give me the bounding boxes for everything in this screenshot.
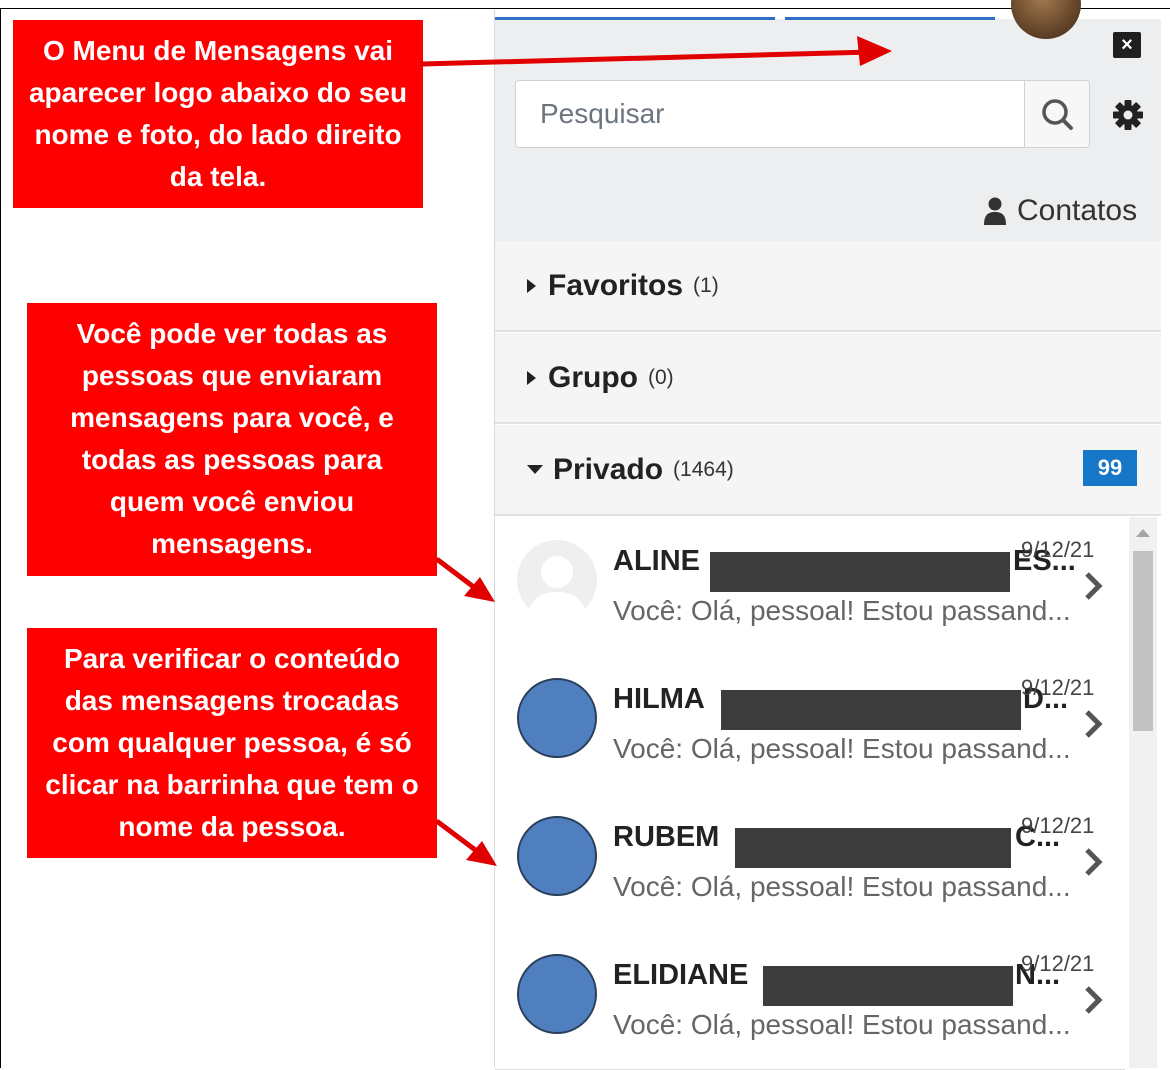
caret-right-icon xyxy=(527,278,536,293)
contact-name: ELIDIANE xyxy=(613,959,749,991)
close-button[interactable]: × xyxy=(1113,32,1141,58)
default-avatar-icon xyxy=(527,556,587,620)
redaction-bar xyxy=(735,828,1011,868)
section-count: (1464) xyxy=(673,457,734,481)
contacts-link[interactable]: Contatos xyxy=(983,191,1137,231)
contact-name: RUBEM xyxy=(613,821,720,853)
messages-panel: × C xyxy=(494,0,1161,1070)
scrollbar-thumb[interactable] xyxy=(1133,551,1153,731)
avatar xyxy=(517,954,597,1034)
avatar xyxy=(517,678,597,758)
conversation-item[interactable]: RUBEM C... 9/12/21 Você: Olá, pessoal! E… xyxy=(495,793,1125,932)
conversation-item[interactable]: HILMA D... 9/12/21 Você: Olá, pessoal! E… xyxy=(495,655,1125,794)
callout-menu-location: O Menu de Mensagens vai aparecer logo ab… xyxy=(13,20,423,208)
contact-name: HILMA xyxy=(613,683,705,715)
callout-click-instruction: Para verificar o conteúdo das mensagens … xyxy=(27,628,437,858)
chevron-right-icon xyxy=(1085,710,1103,738)
section-group[interactable]: Grupo (0) xyxy=(495,333,1161,424)
frame-border-left xyxy=(0,8,1,1068)
avatar xyxy=(517,816,597,896)
message-date: 9/12/21 xyxy=(1021,537,1095,562)
section-count: (1) xyxy=(693,273,719,297)
message-date: 9/12/21 xyxy=(1021,813,1095,838)
user-avatar[interactable] xyxy=(1011,0,1081,39)
message-date: 9/12/21 xyxy=(1021,951,1095,976)
caret-down-icon xyxy=(527,465,543,474)
message-date: 9/12/21 xyxy=(1021,675,1095,700)
chevron-right-icon xyxy=(1085,848,1103,876)
caret-right-icon xyxy=(527,370,536,385)
chevron-right-icon xyxy=(1085,572,1103,600)
message-preview: Você: Olá, pessoal! Estou passand... xyxy=(613,1009,1071,1040)
panel-header: × C xyxy=(495,0,1161,241)
conversation-list[interactable]: ALINE ES... 9/12/21 Você: Olá, pessoal! … xyxy=(495,517,1161,1070)
section-title: Favoritos xyxy=(548,268,684,302)
redaction-bar xyxy=(710,552,1010,592)
unread-badge: 99 xyxy=(1083,450,1137,486)
contact-name: ALINE xyxy=(613,545,700,577)
callout-conversations: Você pode ver todas as pessoas que envia… xyxy=(27,303,437,576)
section-favorites[interactable]: Favoritos (1) xyxy=(495,241,1161,332)
chevron-right-icon xyxy=(1085,986,1103,1014)
scroll-up-icon[interactable] xyxy=(1136,529,1150,537)
user-icon xyxy=(984,197,1006,225)
conversation-item[interactable]: ELIDIANE N... 9/12/21 Você: Olá, pessoal… xyxy=(495,931,1125,1070)
section-private[interactable]: Privado (1464) 99 xyxy=(495,425,1161,516)
gear-icon xyxy=(1113,100,1143,130)
section-title: Grupo xyxy=(548,360,638,394)
message-preview: Você: Olá, pessoal! Estou passand... xyxy=(613,733,1071,764)
redaction-bar xyxy=(763,966,1013,1006)
redaction-bar xyxy=(721,690,1021,730)
contacts-label: Contatos xyxy=(1017,194,1138,227)
search-button[interactable] xyxy=(1024,80,1090,148)
section-count: (0) xyxy=(648,365,674,389)
search-icon xyxy=(1042,99,1073,130)
settings-button[interactable] xyxy=(1108,95,1148,135)
avatar xyxy=(517,540,597,620)
search-input[interactable] xyxy=(515,80,1025,148)
message-preview: Você: Olá, pessoal! Estou passand... xyxy=(613,871,1071,902)
conversation-item[interactable]: ALINE ES... 9/12/21 Você: Olá, pessoal! … xyxy=(495,517,1125,656)
section-title: Privado xyxy=(553,452,664,486)
message-preview: Você: Olá, pessoal! Estou passand... xyxy=(613,595,1071,626)
scrollbar[interactable] xyxy=(1129,517,1157,1068)
